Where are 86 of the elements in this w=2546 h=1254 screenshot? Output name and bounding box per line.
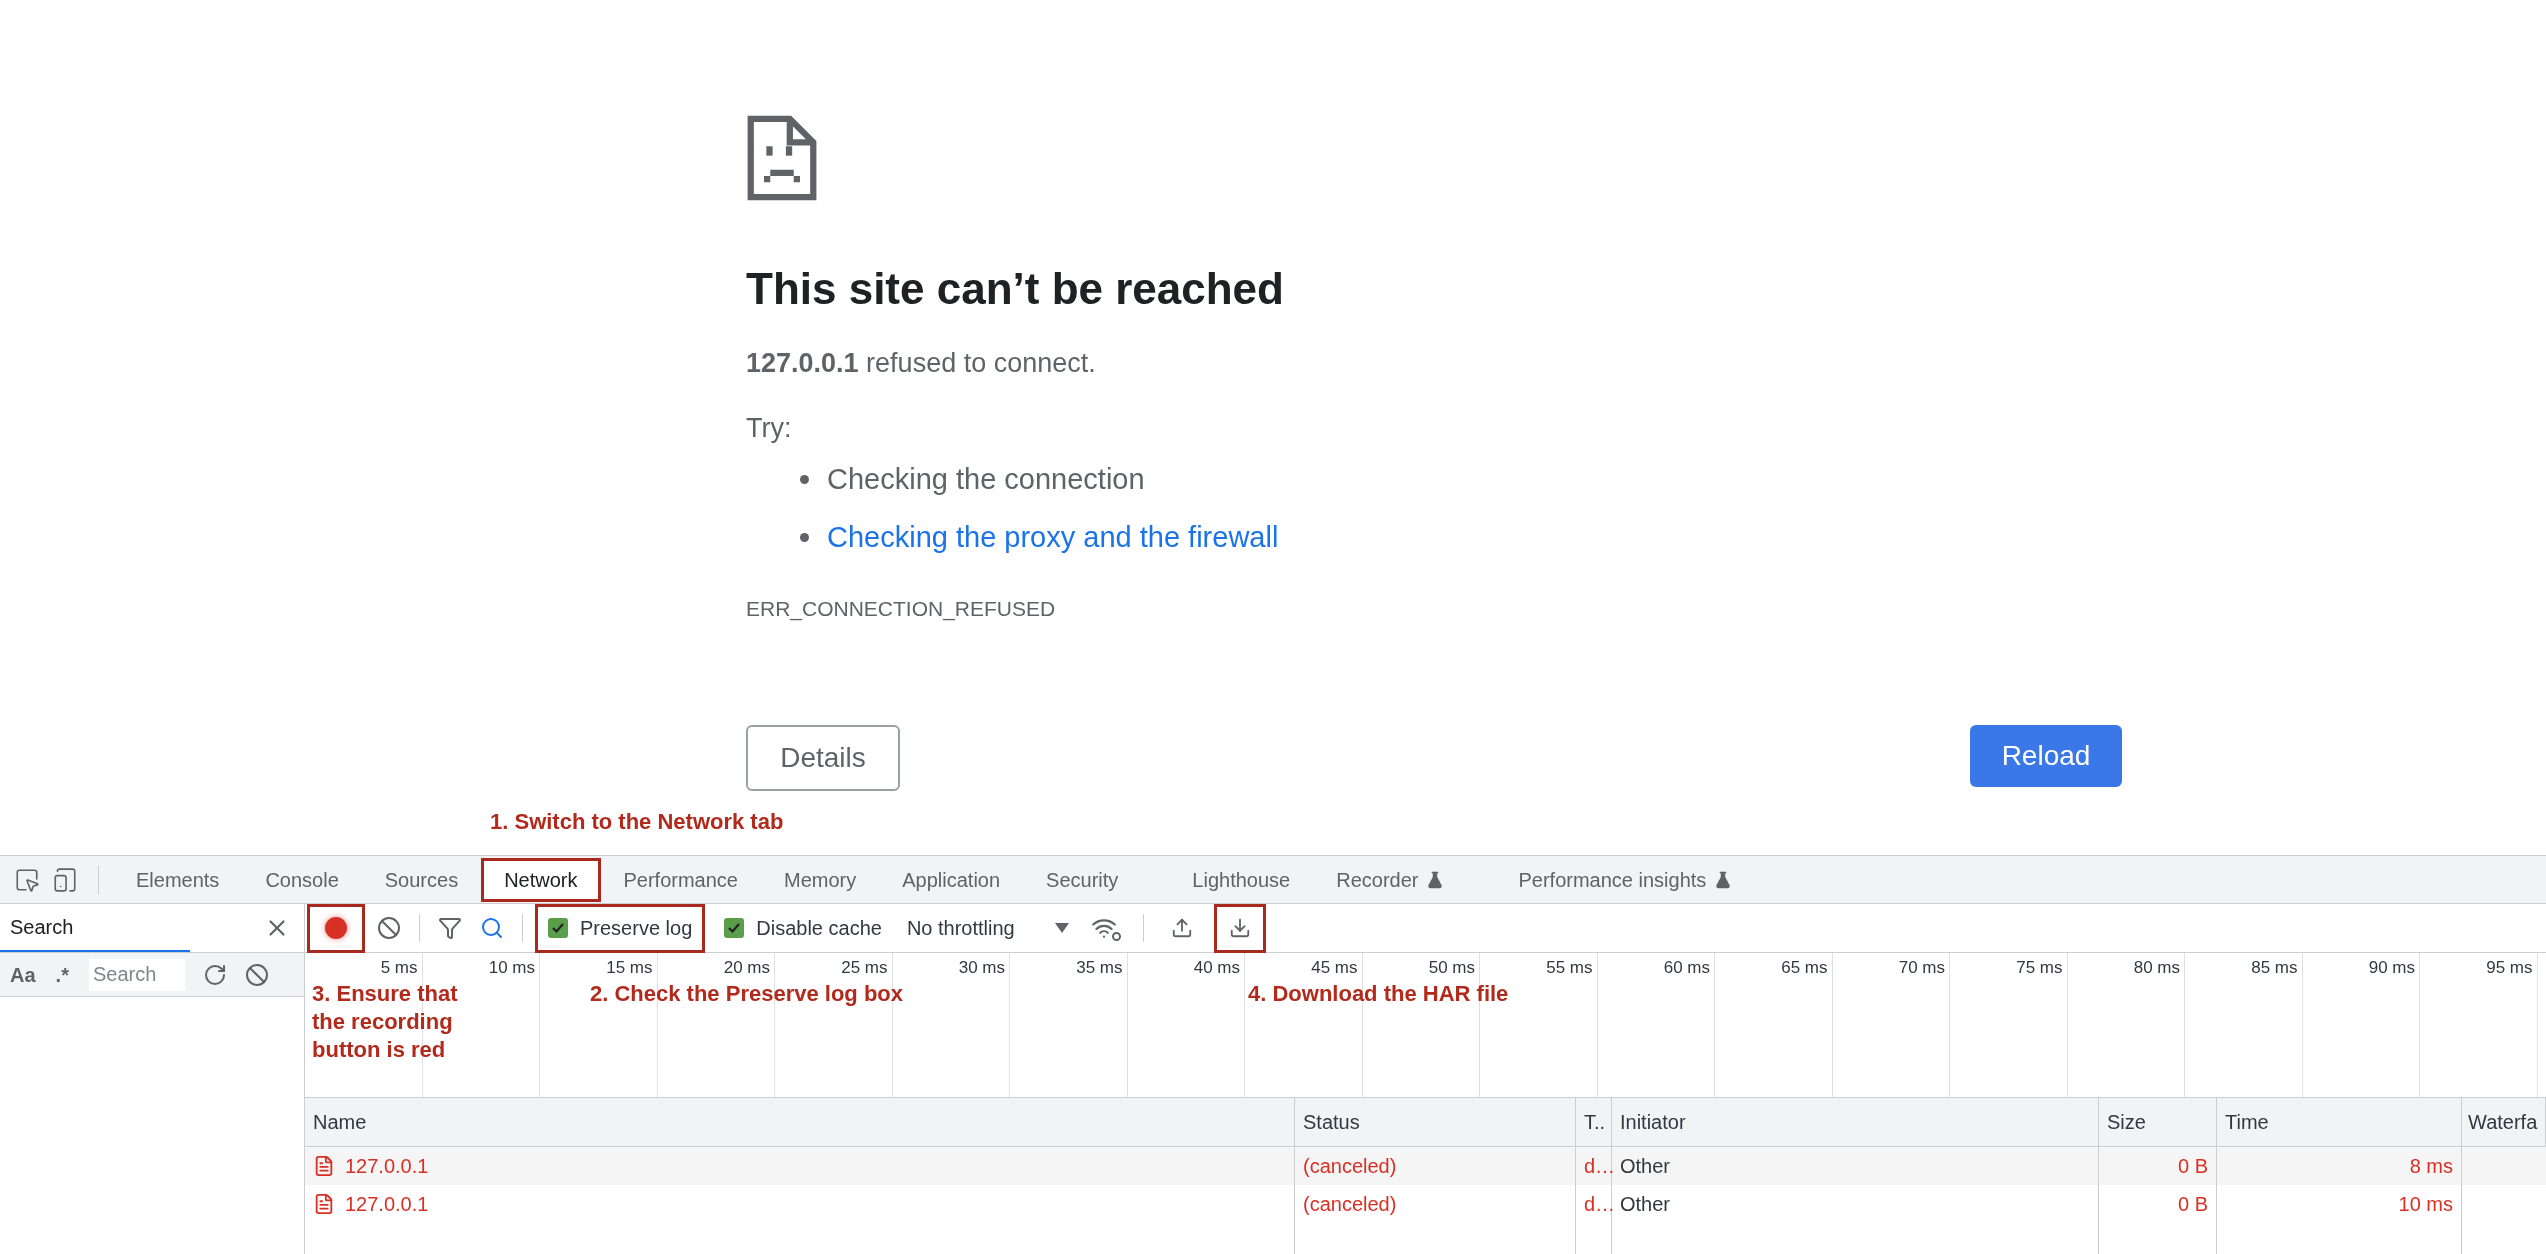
timeline-tick-label: 95 ms xyxy=(2486,957,2533,977)
throttling-select[interactable]: No throttling xyxy=(900,913,1075,943)
timeline-tick-label: 20 ms xyxy=(723,957,770,977)
devtools-tab[interactable]: Performance xyxy=(600,857,761,902)
table-cell-text: d… xyxy=(1584,1192,1616,1217)
record-button[interactable] xyxy=(307,903,365,953)
devtools-tab[interactable]: Memory xyxy=(761,857,880,902)
column-header[interactable]: Size xyxy=(2107,1107,2146,1137)
checkmark-icon xyxy=(727,921,742,935)
search-input[interactable]: Search xyxy=(88,958,185,991)
timeline-tick-label: 45 ms xyxy=(1311,957,1358,977)
devtools-tab[interactable]: Sources xyxy=(361,857,482,902)
refresh-icon[interactable] xyxy=(202,962,227,987)
timeline-tick-label: 35 ms xyxy=(1076,957,1123,977)
table-cell-text: 0 B xyxy=(2177,1154,2208,1179)
timeline-tick-label: 75 ms xyxy=(2016,957,2063,977)
table-cell-text: (canceled) xyxy=(1303,1154,1397,1179)
devtools-tab[interactable]: Application xyxy=(879,857,1024,902)
table-cell-text: d… xyxy=(1584,1154,1616,1179)
match-case-toggle[interactable]: Aa xyxy=(10,959,36,990)
annotation-text: 2. Check the Preserve log box xyxy=(590,980,904,1008)
table-cell-text: 127.0.0.1 xyxy=(345,1192,429,1217)
bullet-icon xyxy=(800,532,809,542)
document-icon xyxy=(313,1155,335,1177)
timeline-tick-label: 40 ms xyxy=(1193,957,1240,977)
timeline-tick-label: 55 ms xyxy=(1546,957,1593,977)
timeline-tick-label: 5 ms xyxy=(380,957,418,977)
column-header[interactable]: Name xyxy=(313,1107,367,1137)
document-icon xyxy=(313,1193,335,1215)
checkbox-option[interactable]: Preserve log xyxy=(535,903,706,953)
suggestion-link[interactable]: Checking the proxy and the firewall xyxy=(827,515,1279,559)
column-header[interactable]: Status xyxy=(1303,1107,1360,1137)
checkmark-icon xyxy=(551,921,565,935)
details-button[interactable]: Details xyxy=(746,724,900,791)
regex-toggle[interactable]: .* xyxy=(45,959,79,990)
error-title: This site can’t be reached xyxy=(746,263,1284,315)
column-header[interactable]: Initiator xyxy=(1620,1107,1686,1137)
annotation-text: 4. Download the HAR file xyxy=(1248,980,1509,1008)
timeline-tick-label: 85 ms xyxy=(2251,957,2298,977)
search-icon[interactable] xyxy=(480,916,504,940)
devtools-tab[interactable]: Security xyxy=(1023,857,1142,902)
bullet-icon xyxy=(800,475,809,485)
timeline-tick-label: 30 ms xyxy=(958,957,1005,977)
reload-button[interactable]: Reload xyxy=(1970,724,2122,787)
download-icon[interactable] xyxy=(1213,903,1266,953)
checkbox[interactable] xyxy=(724,918,745,938)
timeline-tick-label: 50 ms xyxy=(1428,957,1475,977)
timeline-tick-label: 70 ms xyxy=(1898,957,1945,977)
sad-document-icon xyxy=(746,115,818,201)
table-cell-text: 10 ms xyxy=(2398,1192,2453,1217)
annotation-text: 1. Switch to the Network tab xyxy=(490,808,784,836)
column-header[interactable]: Waterfa xyxy=(2468,1107,2538,1137)
table-cell-text: (canceled) xyxy=(1303,1192,1397,1217)
error-code: ERR_CONNECTION_REFUSED xyxy=(746,596,1056,623)
checkbox[interactable] xyxy=(548,918,568,938)
timeline-tick-label: 80 ms xyxy=(2133,957,2180,977)
timeline-tick-label: 15 ms xyxy=(606,957,653,977)
timeline-tick-label: 25 ms xyxy=(841,957,888,977)
clear-icon[interactable] xyxy=(244,962,269,987)
filter-icon[interactable] xyxy=(438,916,462,940)
devtools-tab[interactable]: Console xyxy=(242,857,362,902)
checkbox-option[interactable]: Disable cache xyxy=(711,903,895,953)
device-toolbar-icon[interactable] xyxy=(52,866,78,893)
clear-icon[interactable] xyxy=(377,916,401,940)
caret-icon xyxy=(1054,923,1069,933)
error-message: 127.0.0.1 refused to connect. xyxy=(746,347,1096,380)
try-label: Try: xyxy=(746,411,792,445)
column-header[interactable]: Time xyxy=(2225,1107,2269,1137)
timeline-tick-label: 90 ms xyxy=(2368,957,2415,977)
column-header[interactable]: T.. xyxy=(1584,1107,1606,1137)
devtools-tab[interactable]: Elements xyxy=(113,857,243,902)
devtools-tab[interactable]: Network xyxy=(481,857,601,902)
inspect-icon[interactable] xyxy=(14,866,40,893)
table-cell-text: 127.0.0.1 xyxy=(345,1154,429,1179)
timeline-tick-label: 10 ms xyxy=(488,957,535,977)
devtools-tab[interactable]: Recorder xyxy=(1313,857,1468,902)
table-cell-text: 0 B xyxy=(2177,1192,2208,1217)
table-cell-text: Other xyxy=(1620,1154,1671,1179)
devtools-tab[interactable]: Lighthouse xyxy=(1169,857,1314,902)
suggestion-text: Checking the connection xyxy=(827,462,1145,497)
table-cell-text: 8 ms xyxy=(2409,1154,2453,1179)
annotation-text: 3. Ensure that the recording button is red xyxy=(312,980,459,1064)
table-cell-text: Other xyxy=(1620,1192,1671,1217)
timeline-tick-label: 60 ms xyxy=(1663,957,1710,977)
timeline-tick-label: 65 ms xyxy=(1781,957,1828,977)
devtools-tab[interactable]: Performance insights xyxy=(1495,857,1756,902)
